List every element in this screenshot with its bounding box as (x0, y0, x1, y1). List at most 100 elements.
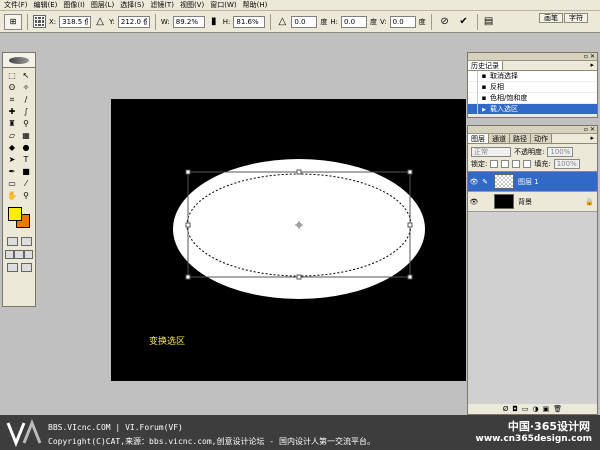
history-source-box[interactable] (468, 70, 478, 82)
delete-layer-icon[interactable]: 🗑 (553, 405, 562, 413)
eye-icon[interactable]: 👁 (468, 178, 480, 186)
menu-help[interactable]: 帮助(H) (243, 0, 268, 10)
crop-tool-icon[interactable]: ⌗ (5, 94, 19, 105)
eraser-tool-icon[interactable]: ▱ (5, 130, 19, 141)
angle-field[interactable] (291, 15, 318, 28)
reference-point-locator[interactable] (33, 15, 46, 28)
tab-layers[interactable]: 图层 (468, 134, 489, 143)
fill-label: 填充: (534, 160, 551, 168)
tab-actions[interactable]: 动作 (531, 134, 552, 143)
tool-preset-picker[interactable]: ⊞ (4, 13, 22, 30)
foreground-color-swatch[interactable] (8, 207, 22, 221)
marquee-tool-icon[interactable]: ⬚ (5, 70, 19, 81)
lock-transparency-icon[interactable] (490, 160, 499, 168)
h-skew-field[interactable] (341, 15, 367, 28)
menu-window[interactable]: 窗口(W) (210, 0, 236, 10)
quick-mask-mode-icon[interactable] (20, 237, 32, 246)
new-layer-icon[interactable]: ▣ (543, 405, 550, 413)
healing-brush-tool-icon[interactable]: ✚ (5, 106, 19, 117)
commit-transform-icon[interactable]: ✔ (456, 16, 472, 28)
menu-filter[interactable]: 滤镜(T) (150, 0, 174, 10)
height-field[interactable] (233, 15, 266, 28)
move-tool-icon[interactable]: ↖ (19, 70, 33, 81)
menu-image[interactable]: 图像(I) (63, 0, 85, 10)
menu-view[interactable]: 视图(V) (180, 0, 204, 10)
cancel-transform-icon[interactable]: ⊘ (437, 16, 453, 28)
history-item[interactable]: ▪ 取消选择 (468, 70, 597, 82)
panel-menu-icon[interactable]: ▸ (590, 134, 597, 143)
layer-row[interactable]: 👁 ✎ 图层 1 (468, 172, 597, 192)
minimize-icon[interactable]: ▫ (584, 126, 588, 133)
relative-position-icon[interactable]: △ (94, 16, 106, 28)
hand-tool-icon[interactable]: ✋ (5, 190, 19, 201)
document-canvas[interactable]: 变换选区 (111, 99, 466, 381)
palette-well-icon[interactable]: ▤ (483, 16, 495, 28)
blend-mode-select[interactable]: 正常 (471, 147, 511, 157)
history-source-box[interactable] (468, 92, 478, 104)
tab-history[interactable]: 历史记录 (468, 61, 503, 70)
lock-all-icon[interactable] (523, 160, 532, 168)
menu-edit[interactable]: 编辑(E) (34, 0, 58, 10)
close-icon[interactable]: ✕ (590, 53, 595, 60)
close-icon[interactable]: ✕ (590, 126, 595, 133)
opacity-field[interactable]: 100% (547, 147, 574, 157)
full-screen-menu-mode-icon[interactable] (14, 250, 24, 259)
adjustment-layer-icon[interactable]: ◑ (533, 405, 539, 413)
history-source-box[interactable] (468, 81, 478, 93)
eye-icon[interactable]: 👁 (468, 198, 480, 206)
full-screen-mode-icon[interactable] (23, 250, 33, 259)
tab-character[interactable]: 字符 (564, 13, 588, 23)
zoom-tool-icon[interactable]: ⚲ (19, 190, 33, 201)
transform-handle (407, 169, 413, 175)
link-icon[interactable]: ▮ (208, 16, 220, 28)
dodge-tool-icon[interactable]: ● (19, 142, 33, 153)
tab-channels[interactable]: 通道 (489, 134, 510, 143)
fill-field[interactable]: 100% (553, 159, 580, 169)
layer-name: 背景 (518, 197, 532, 206)
lasso-tool-icon[interactable]: ʘ (5, 82, 19, 93)
shape-tool-icon[interactable]: ■ (19, 166, 33, 177)
y-field[interactable] (117, 15, 150, 28)
toolbox-header[interactable] (3, 53, 35, 68)
width-field[interactable] (172, 15, 205, 28)
type-tool-icon[interactable]: T (19, 154, 33, 165)
history-brush-tool-icon[interactable]: ⚲ (19, 118, 33, 129)
gradient-tool-icon[interactable]: ▦ (19, 130, 33, 141)
jump-to-imageready-icon[interactable] (6, 263, 18, 272)
imageready-logo-icon[interactable] (20, 263, 32, 272)
slice-tool-icon[interactable]: ∕ (19, 94, 33, 105)
x-field[interactable] (59, 15, 92, 28)
pen-tool-icon[interactable]: ✒ (5, 166, 19, 177)
history-item[interactable]: ▪ 反相 (468, 81, 597, 93)
layer-row[interactable]: 👁 背景 🔒 (468, 192, 597, 212)
lock-position-icon[interactable] (512, 160, 521, 168)
blur-tool-icon[interactable]: ◆ (5, 142, 19, 153)
tab-paths[interactable]: 路径 (510, 134, 531, 143)
history-item-label: 反相 (490, 83, 504, 91)
angle-unit: 度 (320, 17, 328, 26)
menu-select[interactable]: 选择(S) (120, 0, 144, 10)
layer-style-icon[interactable]: Ø (503, 405, 509, 413)
history-item[interactable]: ▪ 色相/饱和度 (468, 92, 597, 104)
layer-mask-icon[interactable]: ◘ (512, 405, 518, 413)
v-skew-field[interactable] (389, 15, 416, 28)
history-item-selected[interactable]: 载入选区 (468, 103, 597, 115)
menu-layer[interactable]: 图层(L) (91, 0, 114, 10)
magic-wand-tool-icon[interactable]: ✧ (19, 82, 33, 93)
minimize-icon[interactable]: ▫ (584, 53, 588, 60)
jump-row (3, 261, 35, 274)
history-source-box[interactable] (468, 103, 478, 115)
panel-menu-icon[interactable]: ▸ (590, 61, 597, 70)
path-selection-tool-icon[interactable]: ➤ (5, 154, 19, 165)
lock-image-icon[interactable] (501, 160, 510, 168)
layer-set-icon[interactable]: ▭ (522, 405, 529, 413)
notes-tool-icon[interactable]: ▭ (5, 178, 19, 189)
separator (430, 13, 432, 30)
brush-tool-icon[interactable]: ∫ (19, 106, 33, 117)
standard-mode-icon[interactable] (6, 237, 18, 246)
standard-screen-mode-icon[interactable] (5, 250, 15, 259)
eyedropper-tool-icon[interactable]: ⁄ (19, 178, 33, 189)
clone-stamp-tool-icon[interactable]: ♜ (5, 118, 19, 129)
tab-brushes[interactable]: 画笔 (539, 13, 563, 23)
menu-file[interactable]: 文件(F) (4, 0, 28, 10)
